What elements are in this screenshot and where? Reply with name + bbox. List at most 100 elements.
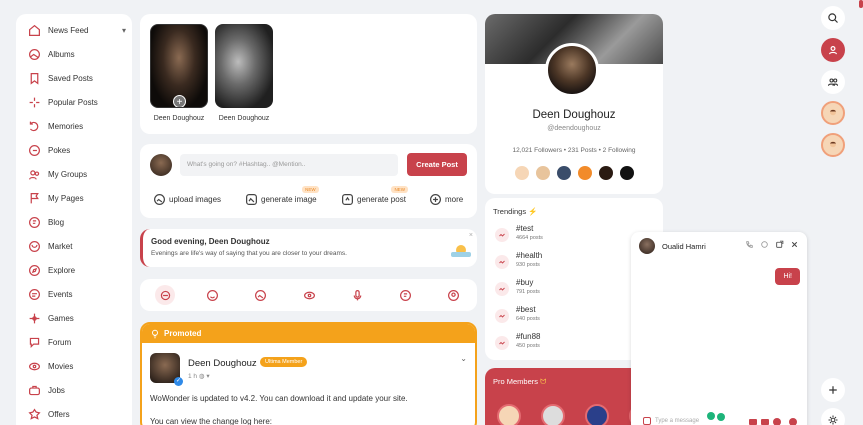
sidebar-item-explore[interactable]: Explore xyxy=(26,260,126,280)
chevron-down-icon[interactable]: ▾ xyxy=(206,373,209,380)
sidebar-item-label: Movies xyxy=(48,361,74,371)
flame-icon: ᗢ xyxy=(540,377,547,386)
sidebar-item-pokes[interactable]: Pokes xyxy=(26,140,126,160)
following-avatar[interactable] xyxy=(557,166,571,180)
following-avatar[interactable] xyxy=(578,166,592,180)
greeting-title: Good evening, Deen Doughouz xyxy=(151,237,270,246)
smile-icon[interactable] xyxy=(205,288,219,302)
expand-icon[interactable] xyxy=(775,240,784,249)
photo-icon[interactable] xyxy=(253,288,267,302)
compass-icon xyxy=(26,264,42,277)
profile-handle: @deendoughouz xyxy=(547,125,601,132)
microphone-icon[interactable] xyxy=(350,288,364,302)
post-options-chevron-icon[interactable]: ⌄ xyxy=(460,354,467,363)
record-icon[interactable] xyxy=(773,418,781,425)
trend-item[interactable]: #fun88 450 posts xyxy=(495,332,645,354)
chat-window: Oualid Hamri Hi! Type a message xyxy=(631,232,807,425)
post-input[interactable]: What's going on? #Hashtag.. @Mention.. xyxy=(180,154,398,176)
friends-button[interactable] xyxy=(821,70,845,94)
post-author[interactable]: Deen Doughouz xyxy=(188,358,257,369)
sidebar-item-offers[interactable]: Offers xyxy=(26,404,126,424)
sidebar-item-movies[interactable]: Movies xyxy=(26,356,126,376)
avatar[interactable] xyxy=(639,238,655,254)
add-button[interactable] xyxy=(821,378,845,402)
sidebar-item-blog[interactable]: Blog xyxy=(26,212,126,232)
sidebar-item-popular-posts[interactable]: Popular Posts xyxy=(26,92,126,112)
profile-button[interactable] xyxy=(821,38,845,62)
promoted-post: Promoted ✓ Deen Doughouz Ultima Member 1… xyxy=(140,322,477,425)
chevron-down-icon[interactable]: ▾ xyxy=(122,26,126,35)
poke-icon xyxy=(26,144,42,157)
following-avatar[interactable] xyxy=(620,166,634,180)
file-icon[interactable] xyxy=(398,288,412,302)
trend-item[interactable]: #buy 791 posts xyxy=(495,278,645,300)
trend-item[interactable]: #best 640 posts xyxy=(495,305,645,327)
following-avatar[interactable] xyxy=(515,166,529,180)
generate-post-button[interactable]: generate post NEW xyxy=(341,186,408,206)
pro-member-avatar[interactable] xyxy=(585,404,609,425)
create-post-button[interactable]: Create Post xyxy=(407,153,467,176)
blog-icon xyxy=(26,216,42,229)
emoji-icon[interactable] xyxy=(643,417,651,425)
sidebar-item-news-feed[interactable]: News Feed ▾ xyxy=(26,20,126,40)
trend-count: 450 posts xyxy=(516,343,540,349)
sidebar-item-my-groups[interactable]: My Groups xyxy=(26,164,126,184)
following-avatar[interactable] xyxy=(599,166,613,180)
sidebar-item-albums[interactable]: Albums xyxy=(26,44,126,64)
online-contact-avatar[interactable] xyxy=(821,101,845,125)
pro-member-avatar[interactable] xyxy=(541,404,565,425)
ai-image-icon xyxy=(245,193,258,206)
sidebar-item-events[interactable]: Events xyxy=(26,284,126,304)
online-contact-avatar[interactable] xyxy=(821,133,845,157)
scrollbar-thumb[interactable] xyxy=(859,0,863,8)
sidebar-item-jobs[interactable]: Jobs xyxy=(26,380,126,400)
sidebar-item-market[interactable]: Market xyxy=(26,236,126,256)
sidebar-item-memories[interactable]: Memories xyxy=(26,116,126,136)
more-button[interactable]: more xyxy=(429,193,463,206)
sidebar-item-label: Blog xyxy=(48,217,65,227)
image-icon[interactable] xyxy=(761,419,769,425)
location-icon[interactable] xyxy=(446,288,460,302)
generate-image-button[interactable]: generate image NEW xyxy=(245,186,319,206)
profile-avatar[interactable] xyxy=(545,43,599,97)
groups-icon xyxy=(26,168,42,181)
chat-message: Hi! xyxy=(775,268,800,285)
trend-tag: #fun88 xyxy=(516,332,541,341)
attach-icon[interactable] xyxy=(749,419,757,425)
video-call-icon[interactable] xyxy=(760,240,769,249)
users-icon xyxy=(827,78,839,86)
trendings-title: Trendings ⚡ xyxy=(493,207,538,216)
sidebar-item-label: Jobs xyxy=(48,385,65,395)
sidebar-item-games[interactable]: Games xyxy=(26,308,126,328)
phone-icon[interactable] xyxy=(745,240,754,249)
sidebar-item-forum[interactable]: Forum xyxy=(26,332,126,352)
pro-member-avatar[interactable] xyxy=(497,404,521,425)
chat-input[interactable]: Type a message xyxy=(655,418,699,424)
trend-icon xyxy=(495,309,509,323)
trend-tag: #health xyxy=(516,251,543,260)
sidebar-item-label: My Pages xyxy=(48,193,84,203)
story-card[interactable]: + xyxy=(150,24,208,108)
video-icon[interactable] xyxy=(302,288,316,302)
story-card[interactable] xyxy=(215,24,273,108)
sidebar-item-label: Games xyxy=(48,313,74,323)
upload-images-button[interactable]: upload images xyxy=(153,193,221,206)
trend-item[interactable]: #health 930 posts xyxy=(495,251,645,273)
settings-button[interactable] xyxy=(821,408,845,425)
close-icon[interactable] xyxy=(790,240,799,249)
profile-name[interactable]: Deen Doughouz xyxy=(485,109,663,121)
sidebar-item-saved-posts[interactable]: Saved Posts xyxy=(26,68,126,88)
close-icon[interactable]: × xyxy=(469,232,473,239)
all-filter-icon[interactable] xyxy=(155,285,175,305)
movies-icon xyxy=(26,360,42,373)
following-avatar[interactable] xyxy=(536,166,550,180)
add-story-icon[interactable]: + xyxy=(173,95,186,107)
feed-filter-bar xyxy=(140,279,477,311)
grammar-icon[interactable] xyxy=(707,412,715,420)
sidebar-item-my-pages[interactable]: My Pages xyxy=(26,188,126,208)
search-button[interactable] xyxy=(821,6,845,30)
send-icon[interactable] xyxy=(789,418,797,425)
left-sidebar: News Feed ▾ Albums Saved Posts Popular P… xyxy=(16,14,132,425)
trend-item[interactable]: #test 4664 posts xyxy=(495,224,645,246)
chat-contact-name[interactable]: Oualid Hamri xyxy=(662,242,706,251)
